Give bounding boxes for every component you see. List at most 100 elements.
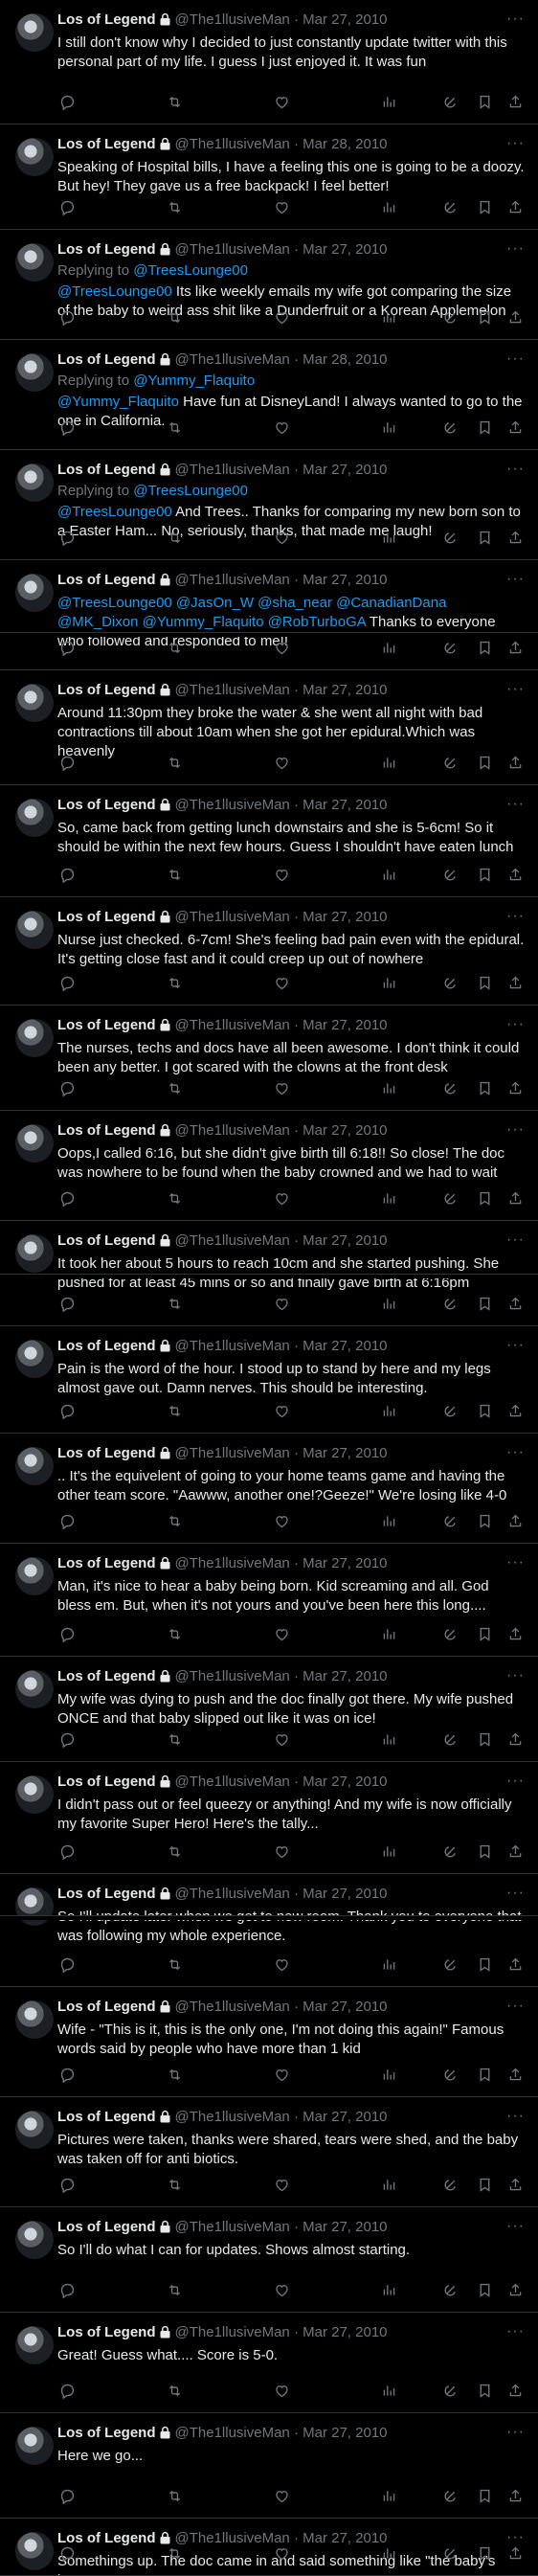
author-name[interactable]: Los of Legend — [57, 1445, 156, 1461]
like-button[interactable] — [272, 2068, 291, 2087]
like-button[interactable] — [272, 868, 291, 887]
retweet-button[interactable] — [165, 1957, 184, 1977]
avatar[interactable] — [15, 138, 54, 176]
mention-link[interactable]: @TreesLounge00 — [57, 504, 172, 520]
bookmark-button[interactable] — [475, 2489, 494, 2508]
more-options-icon[interactable]: ··· — [506, 1998, 525, 2015]
avatar[interactable] — [15, 1887, 54, 1926]
tweet[interactable]: Los of Legend @The1llusiveMan · Mar 27, 2… — [0, 2313, 538, 2413]
author-handle[interactable]: @The1llusiveMan — [175, 136, 290, 152]
more-options-icon[interactable]: ··· — [506, 681, 525, 698]
like-button[interactable] — [272, 1627, 291, 1646]
author-handle[interactable]: @The1llusiveMan — [175, 1445, 290, 1461]
reply-button[interactable] — [57, 1732, 77, 1751]
like-button[interactable] — [272, 1844, 291, 1864]
author-handle[interactable]: @The1llusiveMan — [175, 682, 290, 698]
share-button[interactable] — [505, 310, 525, 329]
author-name[interactable]: Los of Legend — [57, 1232, 156, 1249]
reply-button[interactable] — [57, 641, 77, 660]
tweet[interactable]: Los of Legend @The1llusiveMan · Mar 27, 2… — [0, 230, 538, 340]
avatar[interactable] — [15, 2326, 54, 2364]
avatar[interactable] — [15, 1557, 54, 1595]
retweet-button[interactable] — [165, 95, 184, 114]
author-name[interactable]: Los of Legend — [57, 2324, 156, 2340]
grok-button[interactable] — [440, 2178, 460, 2197]
bookmark-button[interactable] — [475, 2283, 494, 2302]
share-button[interactable] — [505, 1191, 525, 1210]
share-button[interactable] — [505, 2546, 525, 2565]
author-name[interactable]: Los of Legend — [57, 1774, 156, 1790]
author-handle[interactable]: @The1llusiveMan — [175, 241, 290, 258]
author-handle[interactable]: @The1llusiveMan — [175, 1999, 290, 2015]
avatar[interactable] — [15, 2111, 54, 2149]
share-button[interactable] — [505, 1957, 525, 1977]
reply-button[interactable] — [57, 2489, 77, 2508]
tweet[interactable]: Los of Legend @The1llusiveMan · Mar 27, 2… — [0, 897, 538, 1006]
share-button[interactable] — [505, 1404, 525, 1423]
reply-button[interactable] — [57, 2283, 77, 2302]
tweet[interactable]: Los of Legend @The1llusiveMan · Mar 27, 2… — [0, 1434, 538, 1544]
retweet-button[interactable] — [165, 2283, 184, 2302]
grok-button[interactable] — [440, 1732, 460, 1751]
grok-button[interactable] — [440, 756, 460, 775]
share-button[interactable] — [505, 868, 525, 887]
tweet-date[interactable]: Mar 27, 2010 — [303, 2530, 387, 2546]
author-handle[interactable]: @The1llusiveMan — [175, 797, 290, 813]
tweet-date[interactable]: Mar 27, 2010 — [303, 2109, 387, 2125]
tweet-date[interactable]: Mar 27, 2010 — [303, 241, 387, 258]
author-handle[interactable]: @The1llusiveMan — [175, 1668, 290, 1684]
more-options-icon[interactable]: ··· — [506, 571, 525, 588]
grok-button[interactable] — [440, 1514, 460, 1533]
views-button[interactable] — [379, 756, 398, 775]
author-handle[interactable]: @The1llusiveMan — [175, 1338, 290, 1354]
retweet-button[interactable] — [165, 2178, 184, 2197]
like-button[interactable] — [272, 1732, 291, 1751]
share-button[interactable] — [505, 1627, 525, 1646]
author-handle[interactable]: @The1llusiveMan — [175, 351, 290, 368]
grok-button[interactable] — [440, 1404, 460, 1423]
tweet-date[interactable]: Mar 27, 2010 — [303, 1122, 387, 1139]
grok-button[interactable] — [440, 1844, 460, 1864]
views-button[interactable] — [379, 1297, 398, 1316]
retweet-button[interactable] — [165, 200, 184, 219]
avatar[interactable] — [15, 1019, 54, 1057]
avatar[interactable] — [15, 1234, 54, 1273]
author-handle[interactable]: @The1llusiveMan — [175, 1232, 290, 1249]
grok-button[interactable] — [440, 641, 460, 660]
views-button[interactable] — [379, 641, 398, 660]
author-name[interactable]: Los of Legend — [57, 1886, 156, 1902]
tweet-date[interactable]: Mar 27, 2010 — [303, 1555, 387, 1571]
like-button[interactable] — [272, 2489, 291, 2508]
tweet[interactable]: Los of Legend @The1llusiveMan · Mar 27, 2… — [0, 1987, 538, 2097]
retweet-button[interactable] — [165, 310, 184, 329]
more-options-icon[interactable]: ··· — [506, 2108, 525, 2125]
share-button[interactable] — [505, 531, 525, 550]
tweet[interactable]: Los of Legend @The1llusiveMan · Mar 27, 2… — [0, 1006, 538, 1111]
bookmark-button[interactable] — [475, 641, 494, 660]
share-button[interactable] — [505, 1297, 525, 1316]
author-name[interactable]: Los of Legend — [57, 241, 156, 258]
tweet[interactable]: Los of Legend @The1llusiveMan · Mar 28, 2… — [0, 124, 538, 230]
retweet-button[interactable] — [165, 1732, 184, 1751]
bookmark-button[interactable] — [475, 2384, 494, 2403]
reply-button[interactable] — [57, 1191, 77, 1210]
avatar[interactable] — [15, 1340, 54, 1378]
bookmark-button[interactable] — [475, 1732, 494, 1751]
reply-button[interactable] — [57, 756, 77, 775]
tweet[interactable]: Los of Legend @The1llusiveMan · Mar 27, 2… — [0, 560, 538, 670]
like-button[interactable] — [272, 2283, 291, 2302]
bookmark-button[interactable] — [475, 1297, 494, 1316]
views-button[interactable] — [379, 868, 398, 887]
bookmark-button[interactable] — [475, 868, 494, 887]
reply-button[interactable] — [57, 1627, 77, 1646]
more-options-icon[interactable]: ··· — [506, 11, 525, 28]
more-options-icon[interactable]: ··· — [506, 1337, 525, 1354]
views-button[interactable] — [379, 2068, 398, 2087]
more-options-icon[interactable]: ··· — [506, 908, 525, 925]
bookmark-button[interactable] — [475, 1627, 494, 1646]
author-handle[interactable]: @The1llusiveMan — [175, 2109, 290, 2125]
share-button[interactable] — [505, 95, 525, 114]
bookmark-button[interactable] — [475, 1514, 494, 1533]
avatar[interactable] — [15, 353, 54, 392]
like-button[interactable] — [272, 310, 291, 329]
